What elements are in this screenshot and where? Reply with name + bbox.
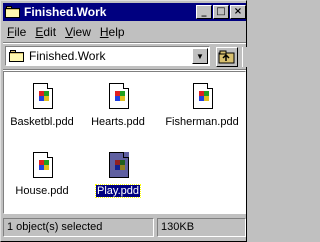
pdd-file-icon — [105, 151, 131, 181]
status-size: 130KB — [157, 218, 246, 237]
toolbar-overflow[interactable] — [242, 47, 248, 67]
file-item-selected[interactable]: Play.pdd — [80, 151, 156, 198]
pdd-file-icon — [29, 82, 55, 112]
file-item[interactable]: House.pdd — [4, 151, 80, 197]
file-name: Play.pdd — [95, 184, 141, 198]
toolbar: Finished.Work ▼ — [3, 44, 248, 68]
status-bar: 1 object(s) selected 130KB — [3, 218, 246, 238]
folder-icon[interactable] — [5, 5, 21, 19]
close-button[interactable]: × — [230, 5, 246, 19]
file-item[interactable]: Hearts.pdd — [80, 82, 156, 128]
up-folder-icon — [218, 50, 235, 64]
up-one-level-button[interactable] — [216, 47, 238, 67]
folder-icon — [9, 49, 25, 63]
file-name: House.pdd — [15, 185, 69, 197]
status-selection: 1 object(s) selected — [3, 218, 154, 237]
address-combobox[interactable]: Finished.Work ▼ — [5, 46, 210, 66]
file-list-view[interactable]: Basketbl.pdd Hearts.pdd Fisherman.pdd Ho… — [3, 71, 246, 214]
pdd-file-icon — [105, 82, 131, 112]
menu-help[interactable]: Help — [96, 25, 130, 39]
address-value: Finished.Work — [29, 49, 106, 63]
pdd-file-icon — [29, 151, 55, 181]
file-name: Hearts.pdd — [91, 116, 145, 128]
minimize-button[interactable]: _ — [196, 5, 212, 19]
file-name: Basketbl.pdd — [10, 116, 74, 128]
menu-bar: File Edit View Help — [3, 22, 130, 41]
menu-edit[interactable]: Edit — [31, 25, 61, 39]
file-item[interactable]: Fisherman.pdd — [164, 82, 240, 128]
pdd-file-icon — [189, 82, 215, 112]
explorer-window: Finished.Work _ □ × File Edit View Help … — [0, 0, 248, 242]
maximize-button[interactable]: □ — [213, 5, 229, 19]
file-name: Fisherman.pdd — [165, 116, 239, 128]
menu-file[interactable]: File — [3, 25, 31, 39]
file-item[interactable]: Basketbl.pdd — [4, 82, 80, 128]
window-title: Finished.Work — [24, 5, 107, 19]
menu-view[interactable]: View — [61, 25, 96, 39]
title-bar[interactable]: Finished.Work _ □ × — [3, 3, 246, 21]
address-dropdown-button[interactable]: ▼ — [192, 48, 208, 64]
